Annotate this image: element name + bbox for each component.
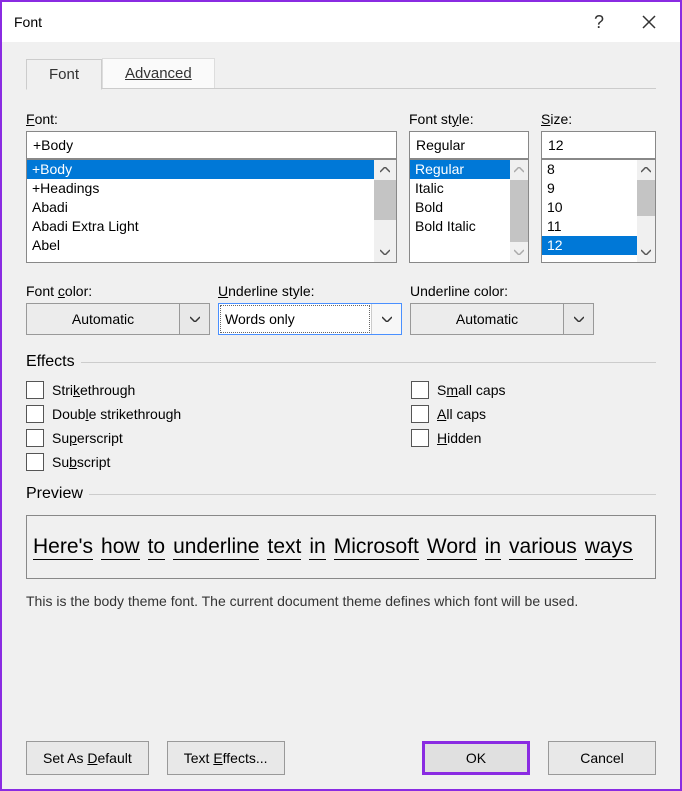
size-listbox[interactable]: 8 9 10 11 12 xyxy=(541,159,656,263)
list-item[interactable]: 8 xyxy=(542,160,637,179)
scrollbar[interactable] xyxy=(637,160,655,262)
font-label: Font: xyxy=(26,111,397,127)
list-item[interactable]: 12 xyxy=(542,236,637,255)
scroll-up-icon[interactable] xyxy=(374,160,396,180)
window-title: Font xyxy=(14,14,42,30)
ulstyle-label: Underline style: xyxy=(218,283,402,299)
font-listbox[interactable]: +Body +Headings Abadi Abadi Extra Light … xyxy=(26,159,397,263)
close-icon xyxy=(642,15,656,29)
scrollbar[interactable] xyxy=(374,160,396,262)
ok-button[interactable]: OK xyxy=(422,741,530,775)
tab-advanced[interactable]: Advanced xyxy=(102,58,215,89)
size-label: Size: xyxy=(541,111,656,127)
fontstyle-input[interactable] xyxy=(409,131,529,159)
checkbox-all-caps[interactable]: All caps xyxy=(411,405,656,423)
set-default-button[interactable]: Set As Default xyxy=(26,741,149,775)
fontstyle-label: Font style: xyxy=(409,111,529,127)
titlebar: Font ? xyxy=(2,2,680,42)
font-input[interactable] xyxy=(26,131,397,159)
cancel-button[interactable]: Cancel xyxy=(548,741,656,775)
preview-description: This is the body theme font. The current… xyxy=(26,593,656,609)
ulcolor-label: Underline color: xyxy=(410,283,594,299)
scroll-down-icon[interactable] xyxy=(510,242,528,262)
list-item[interactable]: +Body xyxy=(27,160,374,179)
help-button[interactable]: ? xyxy=(574,2,624,42)
checkbox-small-caps[interactable]: Small caps xyxy=(411,381,656,399)
underline-color-dropdown[interactable]: Automatic xyxy=(410,303,594,335)
text-effects-button[interactable]: Text Effects... xyxy=(167,741,285,775)
fontcolor-label: Font color: xyxy=(26,283,210,299)
fontcolor-dropdown[interactable]: Automatic xyxy=(26,303,210,335)
scroll-up-icon[interactable] xyxy=(510,160,528,180)
tab-font[interactable]: Font xyxy=(26,59,102,90)
list-item[interactable]: 11 xyxy=(542,217,637,236)
chevron-down-icon xyxy=(371,304,401,334)
tabs: Font Advanced xyxy=(26,58,656,89)
scroll-down-icon[interactable] xyxy=(637,242,655,262)
checkbox-superscript[interactable]: Superscript xyxy=(26,429,271,447)
chevron-down-icon xyxy=(180,303,210,335)
effects-header: Effects xyxy=(26,353,75,371)
scroll-up-icon[interactable] xyxy=(637,160,655,180)
list-item[interactable]: Abel xyxy=(27,236,374,255)
chevron-down-icon xyxy=(564,303,594,335)
preview-header: Preview xyxy=(26,485,83,503)
list-item[interactable]: Bold Italic xyxy=(410,217,510,236)
checkbox-subscript[interactable]: Subscript xyxy=(26,453,271,471)
underline-style-dropdown[interactable]: Words only xyxy=(218,303,402,335)
checkbox-double-strikethrough[interactable]: Double strikethrough xyxy=(26,405,271,423)
size-input[interactable] xyxy=(541,131,656,159)
list-item[interactable]: 10 xyxy=(542,198,637,217)
preview-box: Here's how to underline text in Microsof… xyxy=(26,515,656,579)
scrollbar[interactable] xyxy=(510,160,528,262)
fontstyle-listbox[interactable]: Regular Italic Bold Bold Italic xyxy=(409,159,529,263)
checkbox-strikethrough[interactable]: Strikethrough xyxy=(26,381,271,399)
list-item[interactable]: 9 xyxy=(542,179,637,198)
list-item[interactable]: Bold xyxy=(410,198,510,217)
list-item[interactable]: Regular xyxy=(410,160,510,179)
checkbox-hidden[interactable]: Hidden xyxy=(411,429,656,447)
scroll-down-icon[interactable] xyxy=(374,242,396,262)
list-item[interactable]: Abadi Extra Light xyxy=(27,217,374,236)
list-item[interactable]: Abadi xyxy=(27,198,374,217)
list-item[interactable]: +Headings xyxy=(27,179,374,198)
close-button[interactable] xyxy=(624,2,674,42)
list-item[interactable]: Italic xyxy=(410,179,510,198)
